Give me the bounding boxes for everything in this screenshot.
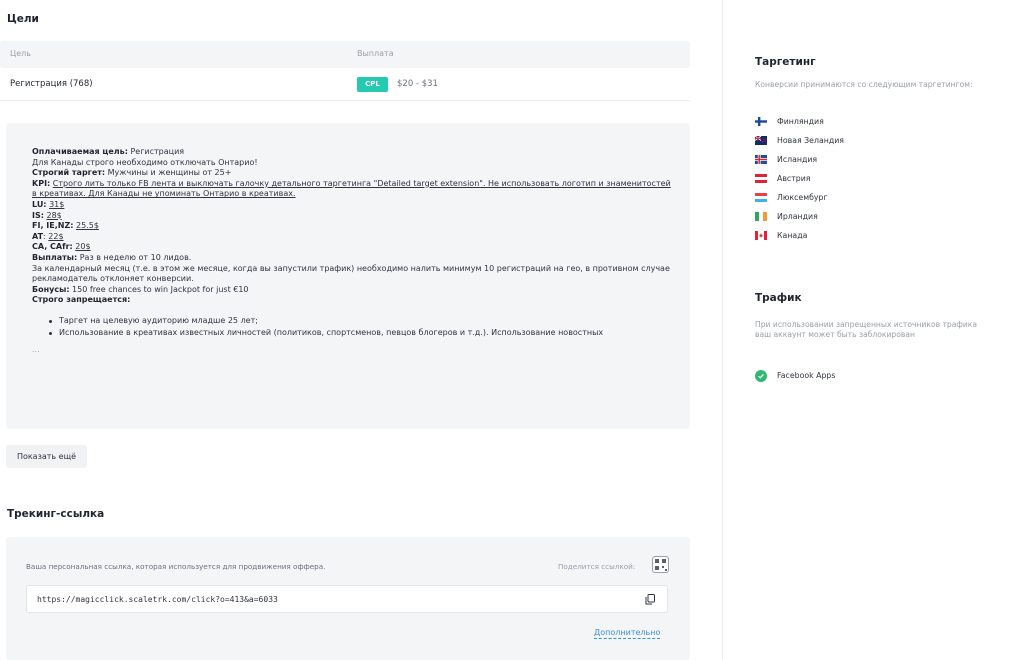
description-ellipsis: ... bbox=[32, 344, 40, 354]
forbidden-list: Таргет на целевую аудиторию младше 25 ле… bbox=[32, 315, 690, 339]
tracking-title: Трекинг-ссылка bbox=[7, 508, 105, 520]
fi-flag-icon bbox=[755, 117, 767, 126]
paid-goal-label: Оплачиваемая цель: bbox=[32, 147, 128, 156]
table-row: Регистрация (768) CPL $20 - $31 bbox=[0, 68, 690, 101]
goal-payout: $20 - $31 bbox=[397, 79, 438, 89]
qr-code-icon[interactable] bbox=[652, 556, 669, 573]
tracking-url[interactable]: https://magicclick.scaletrk.com/click?o=… bbox=[37, 595, 278, 604]
goals-col-goal: Цель bbox=[10, 49, 31, 58]
tracking-panel: Ваша персональная ссылка, которая исполь… bbox=[6, 537, 690, 660]
is-flag-icon bbox=[755, 155, 767, 164]
list-item: Использование в креативах известных личн… bbox=[49, 327, 690, 339]
tracking-description: Ваша персональная ссылка, которая исполь… bbox=[26, 562, 326, 571]
show-more-button[interactable]: Показать ещё bbox=[6, 445, 87, 468]
offer-main-column: Цели Цель Выплата Регистрация (768) CPL … bbox=[0, 0, 722, 660]
at-value: 22$ bbox=[48, 231, 64, 241]
kpi-label: KPI: bbox=[32, 178, 51, 188]
ca-value: 20$ bbox=[75, 242, 91, 252]
country-name: Люксембург bbox=[777, 193, 828, 202]
bonus-value: 150 free chances to win Jackpot for just… bbox=[69, 284, 249, 294]
lu-label: LU: bbox=[32, 199, 47, 209]
more-options-link[interactable]: Дополнительно bbox=[594, 628, 661, 639]
offer-sidebar: Таргетинг Конверсии принимаются со следу… bbox=[722, 0, 1024, 660]
cpl-badge: CPL bbox=[357, 77, 388, 92]
ca-label: CA, CAfr: bbox=[32, 242, 73, 252]
traffic-title: Трафик bbox=[755, 292, 802, 304]
lu-flag-icon bbox=[755, 193, 767, 202]
monthly-note: За календарный месяц (т.е. в этом же мес… bbox=[32, 263, 670, 284]
goals-table-header: Цель Выплата bbox=[0, 41, 690, 68]
goals-title: Цели bbox=[7, 13, 39, 25]
fi-ie-nz-label: FI, IE,NZ: bbox=[32, 221, 74, 231]
country-name: Исландия bbox=[777, 155, 818, 164]
goal-name: Регистрация (768) bbox=[10, 79, 93, 89]
share-label: Поделится ссылкой: bbox=[558, 562, 636, 571]
ie-flag-icon bbox=[755, 212, 767, 221]
payouts-label: Выплаты: bbox=[32, 252, 78, 262]
country-name: Австрия bbox=[777, 174, 811, 183]
country-name: Новая Зеландия bbox=[777, 136, 844, 145]
at-flag-icon bbox=[755, 174, 767, 183]
strict-target-value: Мужчины и женщины от 25+ bbox=[105, 168, 232, 178]
paid-goal-value: Регистрация bbox=[127, 147, 185, 156]
payouts-value: Раз в неделю от 10 лидов. bbox=[77, 252, 192, 262]
list-item: Таргет на целевую аудиторию младше 25 ле… bbox=[49, 315, 690, 327]
copy-icon[interactable] bbox=[645, 594, 655, 605]
country-name: Финляндия bbox=[777, 117, 824, 126]
at-label: AT bbox=[32, 231, 44, 241]
kpi-value: Строго лить только FB лента и выключать … bbox=[32, 178, 671, 199]
traffic-source-facebook-apps: Facebook Apps bbox=[777, 371, 836, 380]
country-name: Ирландия bbox=[777, 212, 818, 221]
offer-description: Оплачиваемая цель: Регистрация Для Канад… bbox=[6, 123, 690, 429]
canada-note: Для Канады строго необходимо отключать О… bbox=[32, 157, 258, 167]
ca-flag-icon bbox=[755, 231, 767, 240]
nz-flag-icon bbox=[755, 136, 767, 145]
tracking-url-field[interactable]: https://magicclick.scaletrk.com/click?o=… bbox=[26, 585, 668, 613]
is-value: 28$ bbox=[46, 210, 62, 220]
check-circle-icon bbox=[755, 370, 767, 382]
traffic-description: При использовании запрещенных источников… bbox=[755, 320, 978, 339]
goals-col-payout: Выплата bbox=[357, 49, 394, 58]
strict-target-label: Строгий таргет: bbox=[32, 168, 106, 178]
targeting-title: Таргетинг bbox=[755, 56, 816, 68]
fi-ie-nz-value: 25.5$ bbox=[76, 221, 99, 231]
bonus-label: Бонусы: bbox=[32, 284, 70, 294]
lu-value: 31$ bbox=[49, 199, 65, 209]
country-name: Канада bbox=[777, 231, 808, 240]
forbidden-label: Строго запрещается: bbox=[32, 295, 131, 305]
is-label: IS: bbox=[32, 210, 44, 220]
targeting-description: Конверсии принимаются со следующим тарге… bbox=[755, 80, 973, 89]
